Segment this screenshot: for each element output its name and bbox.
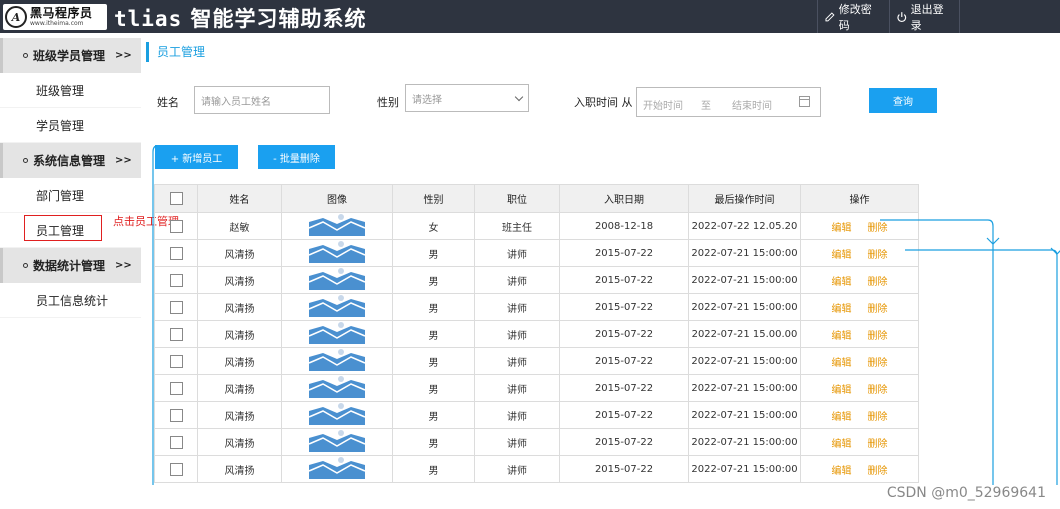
change-password-label: 修改密码 <box>838 2 872 32</box>
expand-arrow-icon: >> <box>115 260 132 271</box>
page-title: 员工管理 <box>146 42 205 62</box>
gender-placeholder: 请选择 <box>412 94 442 106</box>
sidebar-item-student-mgmt[interactable]: 学员管理 <box>0 108 141 143</box>
bullet-icon <box>23 263 28 268</box>
logo-name: 黑马程序员 <box>30 6 93 20</box>
name-placeholder: 请输入员工姓名 <box>201 96 271 108</box>
sidebar-item-label: 部门管理 <box>36 188 85 203</box>
sidebar-group-system[interactable]: 系统信息管理 >> <box>0 143 141 178</box>
app-title-cn: 智能学习辅助系统 <box>190 7 367 31</box>
sidebar-item-label: 员工信息统计 <box>36 293 109 308</box>
highlight-box <box>24 215 102 241</box>
app-title: tlias 智能学习辅助系统 <box>114 3 367 33</box>
sidebar-group-class[interactable]: 班级学员管理 >> <box>0 38 141 73</box>
annotation-bracket-lines <box>152 145 1060 485</box>
sidebar: 班级学员管理 >> 班级管理 学员管理 系统信息管理 >> 部门管理 员工管理 … <box>0 38 141 318</box>
gender-select[interactable]: 请选择 <box>405 84 529 112</box>
power-icon <box>897 11 907 22</box>
pencil-icon <box>825 11 835 21</box>
expand-arrow-icon: >> <box>115 155 132 166</box>
calendar-icon <box>799 96 810 107</box>
date-end-placeholder: 结束时间 <box>732 101 772 112</box>
watermark: CSDN @m0_52969641 <box>886 485 1046 501</box>
sidebar-item-emp-stats[interactable]: 员工信息统计 <box>0 283 141 318</box>
logo-url: www.itheima.com <box>30 20 84 27</box>
bullet-icon <box>23 53 28 58</box>
sidebar-item-label: 学员管理 <box>36 118 85 133</box>
logout-button[interactable]: 退出登录 <box>889 0 960 33</box>
sidebar-item-label: 班级管理 <box>36 83 85 98</box>
sidebar-group-label: 班级学员管理 <box>33 49 106 63</box>
sidebar-item-dept-mgmt[interactable]: 部门管理 <box>0 178 141 213</box>
name-search-input[interactable]: 请输入员工姓名 <box>194 86 330 114</box>
top-header: A 黑马程序员 www.itheima.com tlias 智能学习辅助系统 修… <box>0 0 1060 33</box>
bullet-icon <box>23 158 28 163</box>
app-title-latin: tlias <box>114 7 183 31</box>
chevron-down-icon <box>514 92 524 102</box>
expand-arrow-icon: >> <box>115 50 132 61</box>
sidebar-item-class-mgmt[interactable]: 班级管理 <box>0 73 141 108</box>
change-password-button[interactable]: 修改密码 <box>817 0 888 33</box>
sidebar-group-label: 数据统计管理 <box>33 259 106 273</box>
logout-label: 退出登录 <box>910 2 944 32</box>
gender-label: 性别 <box>377 96 399 109</box>
sidebar-group-label: 系统信息管理 <box>33 154 106 168</box>
logo: A 黑马程序员 www.itheima.com <box>3 4 107 30</box>
sidebar-group-stats[interactable]: 数据统计管理 >> <box>0 248 141 283</box>
entry-date-label: 入职时间 从 <box>574 96 633 109</box>
logo-mark-icon: A <box>5 6 27 28</box>
date-separator: 至 <box>701 101 711 112</box>
query-button[interactable]: 查询 <box>869 88 937 113</box>
entry-date-range-picker[interactable]: 开始时间 至 结束时间 <box>636 87 821 117</box>
date-start-placeholder: 开始时间 <box>643 101 683 112</box>
name-label: 姓名 <box>157 96 179 109</box>
